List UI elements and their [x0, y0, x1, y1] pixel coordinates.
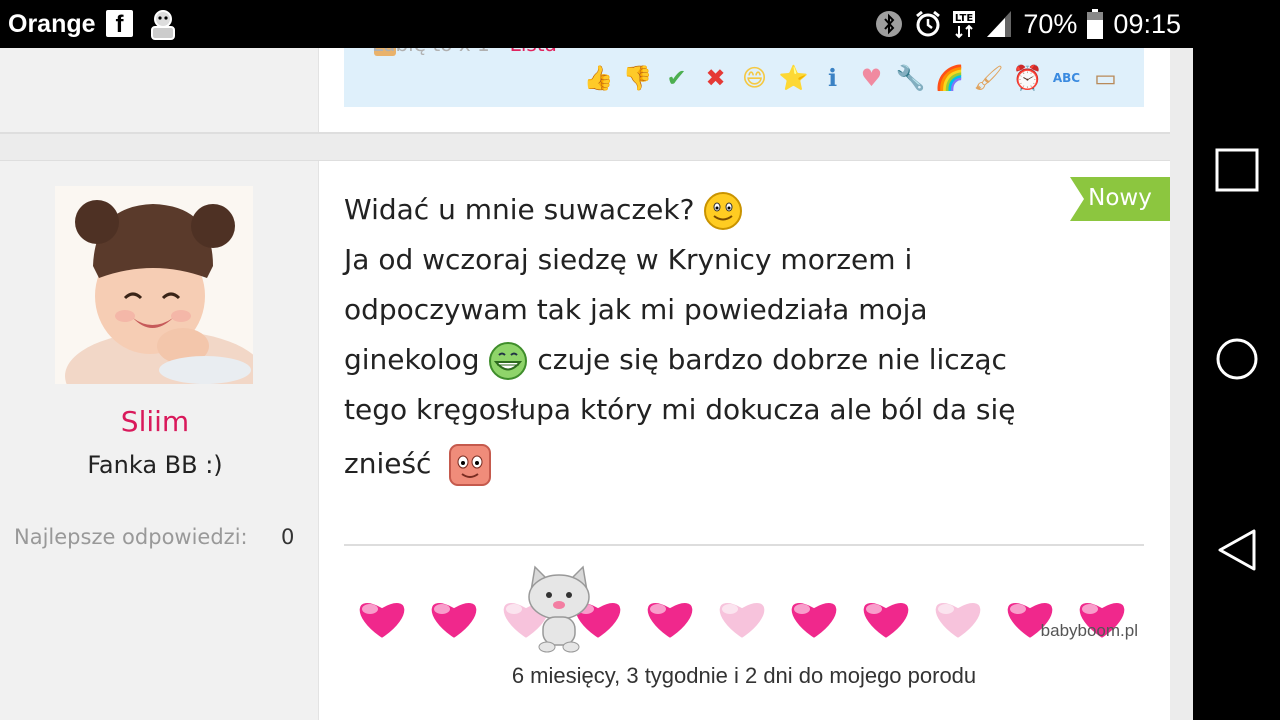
message-line: Ja od wczoraj siedzę w Krynicy morzem i — [344, 243, 913, 276]
facebook-icon: f — [106, 10, 133, 38]
recents-button[interactable] — [1215, 148, 1259, 192]
grin-emoticon-icon — [489, 342, 528, 380]
carrier-label: Orange — [8, 10, 96, 38]
lte-icon: LTE — [953, 11, 976, 39]
ticker-brand: babyboom.pl — [1040, 621, 1138, 640]
smile-icon[interactable]: 😄 — [738, 62, 771, 94]
status-bar: Orange f LTE 70% 09:15 — [0, 0, 1193, 48]
heart-shine — [794, 604, 810, 614]
post-author-sidebar: Sliim Fanka BB :) Najlepsze odpowiedzi: … — [0, 161, 319, 720]
post-divider — [344, 544, 1144, 546]
brush-icon[interactable]: 🖌 — [972, 62, 1005, 94]
check-icon[interactable]: ✔ — [660, 62, 693, 94]
best-answers-label: Najlepsze odpowiedzi: — [14, 525, 248, 549]
user-title: Fanka BB :) — [87, 451, 223, 479]
previous-post-sidebar — [0, 48, 319, 132]
home-button[interactable] — [1215, 337, 1259, 381]
thumbs-down-icon[interactable]: 👎 — [621, 62, 654, 94]
heart-shine — [938, 604, 954, 614]
spellcheck-icon[interactable]: ABC — [1050, 62, 1083, 94]
box-icon[interactable]: ▭ — [1089, 62, 1122, 94]
heart-shine — [1082, 604, 1098, 614]
android-nav-bar — [1193, 0, 1280, 720]
reaction-bar: Lubię to x 1 - Lista 👍👎✔✖😄⭐ℹ♥🔧🌈🖌⏰ABC▭ — [344, 48, 1144, 107]
kitten-icon — [528, 565, 590, 653]
baby-avatar-image — [55, 186, 253, 384]
message-line: Widać u mnie suwaczek? — [344, 185, 1144, 235]
cross-icon[interactable]: ✖ — [699, 62, 732, 94]
battery-percent: 70% — [1023, 8, 1078, 39]
info-icon[interactable]: ℹ — [816, 62, 849, 94]
rainbow-icon[interactable]: 🌈 — [933, 62, 966, 94]
thumbs-up-icon[interactable]: 👍 — [582, 62, 615, 94]
back-button[interactable] — [1215, 528, 1259, 572]
alarm-icon — [916, 10, 941, 37]
heart-shine — [650, 604, 666, 614]
forum-post: Sliim Fanka BB :) Najlepsze odpowiedzi: … — [0, 160, 1170, 720]
heart-shine — [362, 604, 378, 614]
message-line: ginekolog czuje się bardzo dobrze nie li… — [344, 335, 1144, 385]
bluetooth-icon — [876, 11, 903, 37]
reaction-list-link[interactable]: Lista — [510, 48, 557, 56]
wrench-icon[interactable]: 🔧 — [894, 62, 927, 94]
star-icon[interactable]: ⭐ — [777, 62, 810, 94]
avatar[interactable] — [55, 186, 253, 384]
reaction-summary: Lubię to x 1 - Lista — [372, 48, 557, 56]
smile-emoticon-icon — [704, 192, 743, 230]
forum-thread: Lubię to x 1 - Lista 👍👎✔✖😄⭐ℹ♥🔧🌈🖌⏰ABC▭ — [0, 48, 1193, 720]
best-answers-count: 0 — [281, 525, 295, 549]
clock-time: 09:15 — [1113, 8, 1181, 39]
message-line: znieść — [344, 439, 1144, 489]
heart-icon[interactable]: ♥ — [855, 62, 888, 94]
reaction-icons: 👍 👎 ✔ ✖ 😄 ⭐ ℹ ♥ 🔧 🌈 🖌 ⏰ ABC ▭ — [582, 62, 1122, 94]
post-message: Widać u mnie suwaczek? Ja od wczoraj sie… — [344, 185, 1144, 489]
ticker-caption: 6 miesięcy, 3 tygodnie i 2 dni do mojego… — [511, 663, 977, 688]
previous-post: Lubię to x 1 - Lista 👍👎✔✖😄⭐ℹ♥🔧🌈🖌⏰ABC▭ — [0, 48, 1170, 134]
status-icons: LTE 70% 09:15 — [875, 8, 1181, 40]
message-line: odpoczywam tak jak mi powiedziała moja — [344, 293, 928, 326]
square-smile-emoticon-icon — [449, 444, 492, 486]
heart-shine — [1010, 604, 1026, 614]
signal-icon — [987, 11, 1012, 37]
svg-text:LTE: LTE — [955, 13, 974, 24]
username[interactable]: Sliim — [0, 405, 310, 438]
clock-icon[interactable]: ⏰ — [1011, 62, 1044, 94]
heart-shine — [434, 604, 450, 614]
heart-shine — [866, 604, 882, 614]
pregnancy-ticker[interactable]: babyboom.pl 6 miesięcy, 3 tygodnie i 2 d… — [344, 565, 1144, 701]
battery-icon — [1087, 9, 1104, 39]
hearts-strip — [357, 601, 1127, 641]
message-line: tego kręgosłupa który mi dokucza ale ból… — [344, 393, 1016, 426]
heart-shine — [722, 604, 738, 614]
mascot-icon — [151, 10, 175, 40]
